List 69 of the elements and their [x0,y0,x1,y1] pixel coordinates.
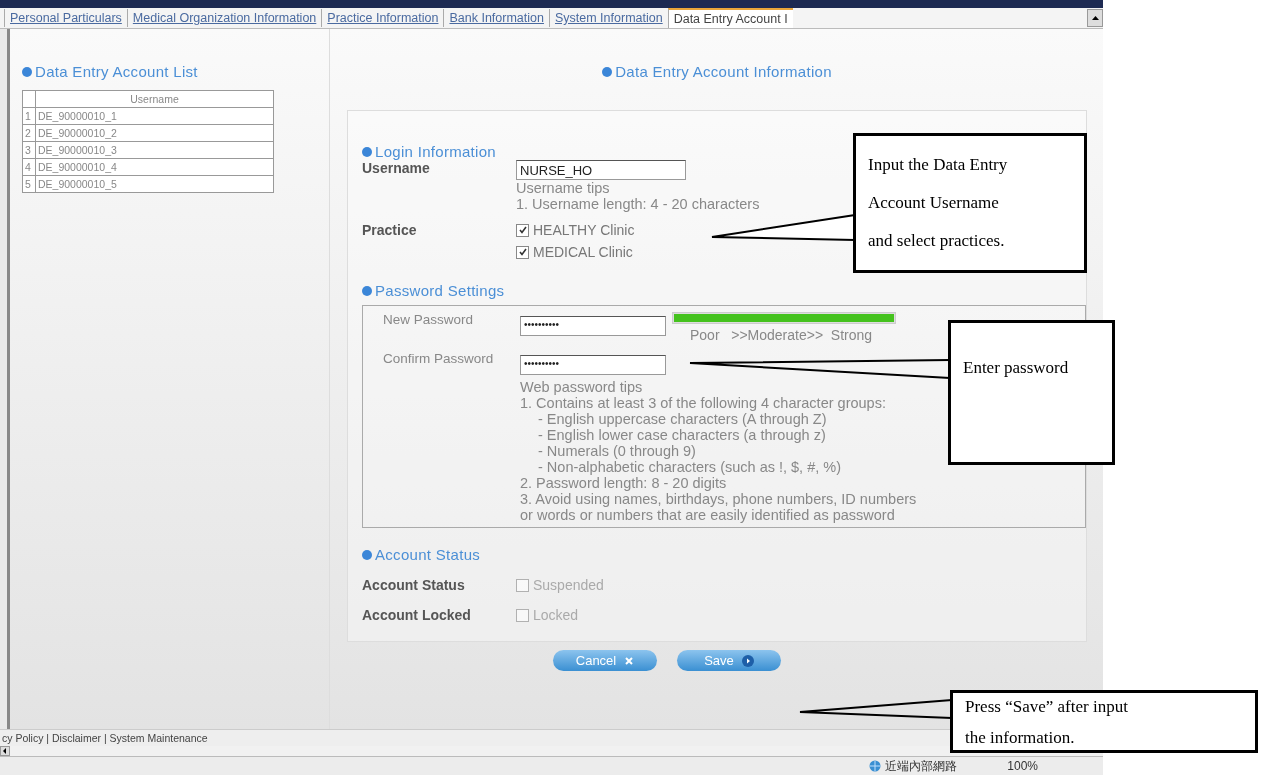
checkbox-label: Locked [533,607,579,623]
table-cell[interactable]: DE_90000010_1 [35,107,274,125]
bullet-icon [602,66,613,77]
field-label: Practice [362,222,418,238]
zoom-level[interactable]: 100% [1007,759,1038,773]
row-number: 2 [22,124,36,142]
section-heading: Password Settings [375,282,505,299]
checkbox-label: Suspended [533,577,604,593]
row-number: 3 [22,141,36,159]
hint-text: - Non-alphabetic characters (such as !, $, #, %) [537,459,842,475]
globe-icon [869,760,882,772]
bullet-icon [22,66,32,77]
tab[interactable]: Medical Organization Information [126,9,322,27]
table-header: Username [35,90,274,108]
section-heading: Login Information [375,143,496,160]
field-label: Confirm Password [383,351,495,366]
close-icon [624,655,635,666]
tab[interactable]: Bank Information [443,9,549,27]
bullet-icon [362,549,372,560]
hint-text: 1. Contains at least 3 of the following 4 character groups: [520,395,886,411]
table-header [22,90,36,108]
row-number: 1 [22,107,36,125]
checkbox-label: HEALTHY Clinic [533,222,635,238]
tab[interactable]: Practice Information [321,9,444,27]
row-number: 4 [22,158,36,176]
tab[interactable]: Data Entry Account I [667,8,793,28]
checkbox[interactable] [516,223,529,237]
callout-text: Account Username [868,192,1000,214]
checkbox[interactable] [516,245,529,259]
callout-text: Enter password [963,357,1070,379]
row-number: 5 [22,175,36,193]
table-cell[interactable]: DE_90000010_2 [35,124,274,142]
hint-text: - Numerals (0 through 9) [537,443,696,459]
hint-text: Web password tips [520,379,643,395]
tab[interactable]: System Information [548,9,668,27]
section-title: Data Entry Account List [35,63,198,80]
hint-text: or words or numbers that are easily identified as password [520,507,895,523]
checkbox-label: MEDICAL Clinic [533,244,633,260]
hint-text: 1. Username length: 4 - 20 characters [516,196,760,212]
field-label: New Password [383,312,475,327]
callout-text: Input the Data Entry [868,154,1009,176]
strength-labels: Poor >>Moderate>> Strong [689,327,874,343]
callout-text: the information. [965,726,1076,749]
table-cell[interactable]: DE_90000010_5 [35,175,274,193]
password-field[interactable]: •••••••••• [520,355,666,375]
scroll-left-icon[interactable] [0,746,10,756]
hint-text: Username tips [516,180,610,196]
callout-text: Press “Save” after input [965,695,1129,718]
section-heading: Account Status [375,546,481,563]
bullet-icon [362,285,372,296]
tab[interactable]: Personal Particulars [4,9,127,27]
scroll-up-icon[interactable] [1087,9,1103,27]
footer-links[interactable]: cy Policy | Disclaimer | System Maintenance [2,732,208,744]
field-label: Account Status [362,577,466,593]
input-field[interactable]: NURSE_HO [516,160,686,180]
table-cell[interactable]: DE_90000010_3 [35,141,274,159]
hint-text: - English lower case characters (a through z) [537,427,826,443]
hint-text: 3. Avoid using names, birthdays, phone numbers, ID numbers [520,491,917,507]
arrow-circle-icon [741,654,754,667]
field-label: Username [362,160,431,176]
callout-text: and select practices. [868,230,1006,252]
section-title: Data Entry Account Information [615,63,832,80]
bullet-icon [362,146,372,157]
security-zone: 近端內部網路 [885,757,958,775]
table-cell[interactable]: DE_90000010_4 [35,158,274,176]
hint-text: - English uppercase characters (A through Z) [537,411,827,427]
field-label: Account Locked [362,607,472,623]
password-field[interactable]: •••••••••• [520,316,666,336]
hint-text: 2. Password length: 8 - 20 digits [520,475,727,491]
